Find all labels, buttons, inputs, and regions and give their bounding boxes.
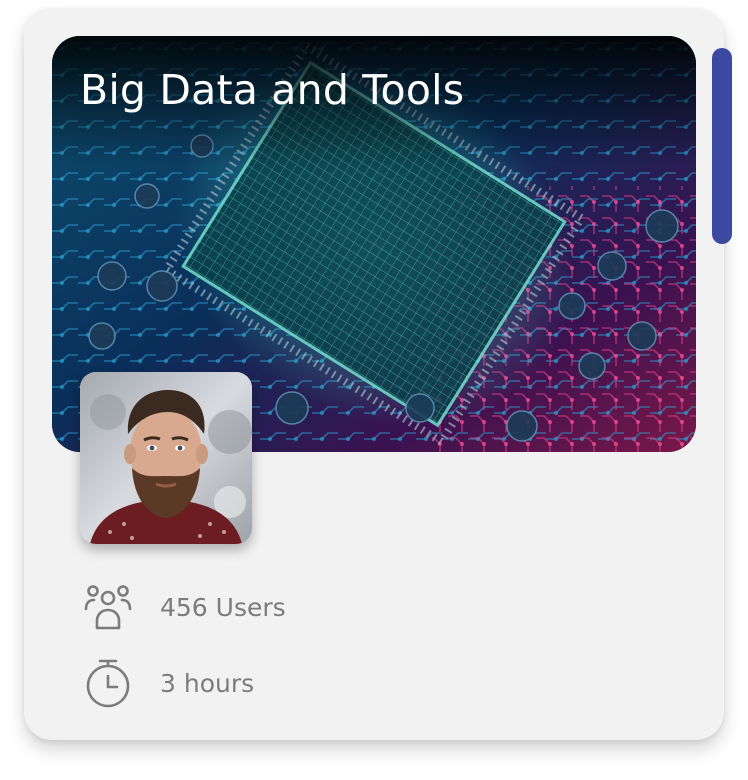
users-stat: 456 Users (82, 581, 286, 633)
course-card[interactable]: Big Data and Tools 456 Users 3 hours (24, 8, 732, 740)
instructor-photo (80, 372, 252, 544)
users-count-label: 456 Users (160, 592, 286, 622)
scrollbar-thumb[interactable] (712, 48, 732, 244)
duration-label: 3 hours (160, 668, 255, 698)
course-title: Big Data and Tools (80, 66, 465, 114)
duration-stat: 3 hours (82, 657, 254, 709)
users-group-icon (82, 581, 134, 633)
instructor-avatar[interactable] (80, 372, 252, 544)
stopwatch-icon (82, 657, 134, 709)
